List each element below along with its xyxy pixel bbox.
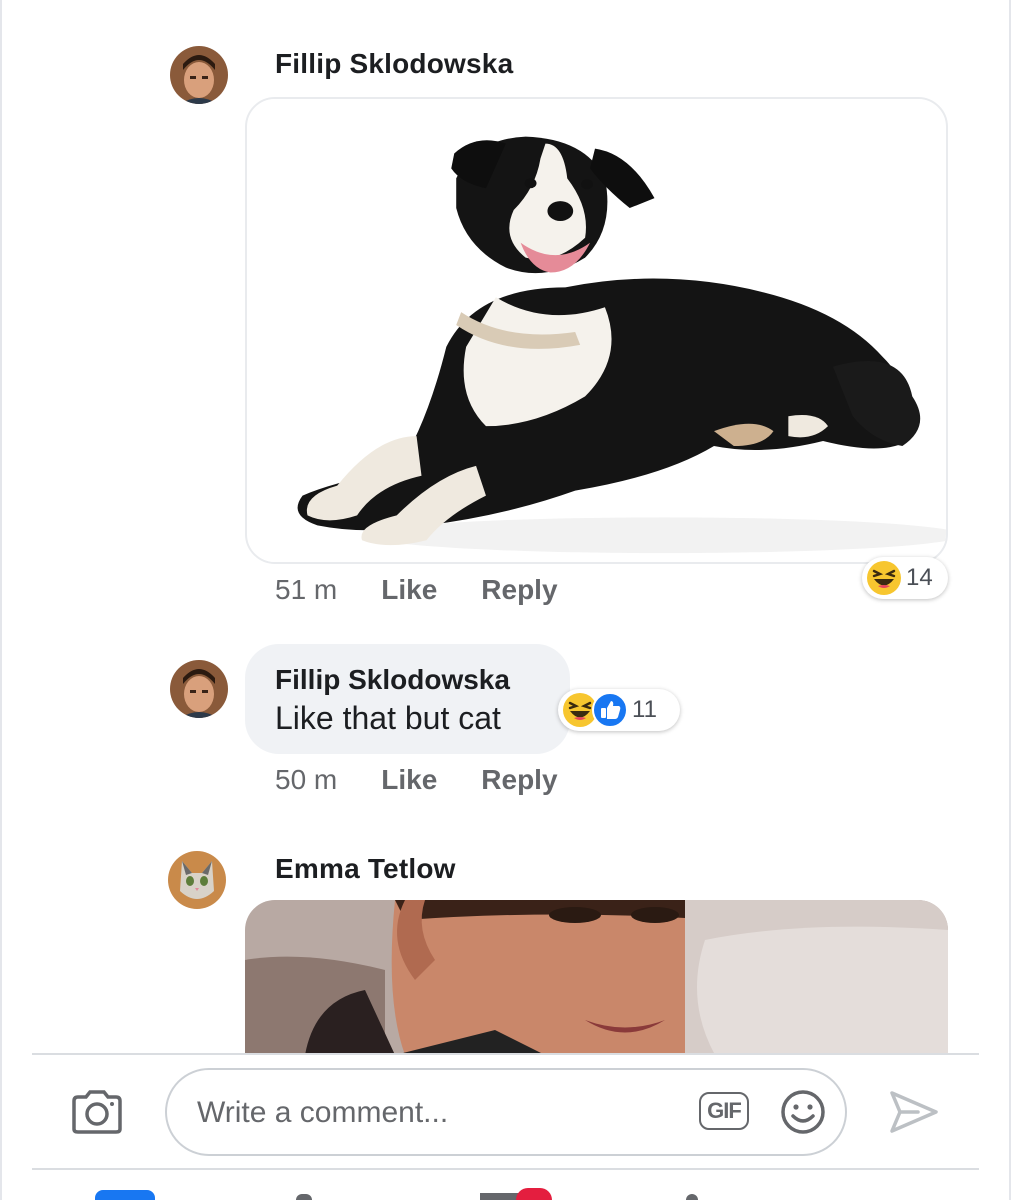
comment-bubble[interactable]: Fillip Sklodowska Like that but cat [245,644,570,754]
avatar-man-icon [170,660,228,718]
avatar[interactable] [170,46,228,104]
like-thumb-icon [592,692,628,728]
tab-home-icon[interactable] [95,1190,155,1200]
reply-button[interactable]: Reply [481,764,557,796]
tab-profile-icon[interactable] [686,1194,698,1200]
like-button[interactable]: Like [381,574,437,606]
gif-image[interactable] [245,900,948,1055]
comment-text: Like that but cat [275,700,501,736]
haha-emoji-icon [866,560,902,596]
tab-friends-icon[interactable] [296,1194,312,1200]
comment-author[interactable]: Fillip Sklodowska [275,48,513,80]
dog-image [248,99,946,562]
avatar-cat-icon [168,851,226,909]
comment-meta: 51 m Like Reply [275,574,558,606]
camera-icon [72,1090,122,1134]
divider [32,1168,979,1170]
timestamp: 50 m [275,764,338,795]
divider [32,1053,979,1055]
reply-button[interactable]: Reply [481,574,557,606]
reaction-count: 11 [632,696,657,723]
comment-author[interactable]: Emma Tetlow [275,853,456,885]
avatar[interactable] [168,851,226,909]
timestamp: 51 m [275,574,338,605]
reaction-summary[interactable]: 14 [862,557,948,599]
gif-button[interactable]: GIF [699,1092,749,1130]
reaction-count: 14 [906,564,933,591]
notification-badge [516,1188,552,1200]
reaction-summary[interactable]: 11 [558,689,680,731]
tab-watch-icon[interactable] [480,1193,520,1200]
dog-photo[interactable] [245,97,948,564]
camera-button[interactable] [70,1089,124,1135]
comment-author[interactable]: Fillip Sklodowska [275,664,510,696]
comment-meta: 50 m Like Reply [275,764,558,796]
like-button[interactable]: Like [381,764,437,796]
send-icon [890,1091,938,1133]
comment-input-box[interactable]: GIF [165,1068,847,1156]
comment-input[interactable] [195,1070,679,1156]
avatar-man-icon [170,46,228,104]
avatar[interactable] [170,660,228,718]
gif-still [245,900,948,1055]
send-button[interactable] [888,1089,940,1135]
smiley-icon [781,1090,825,1134]
emoji-button[interactable] [779,1088,827,1136]
